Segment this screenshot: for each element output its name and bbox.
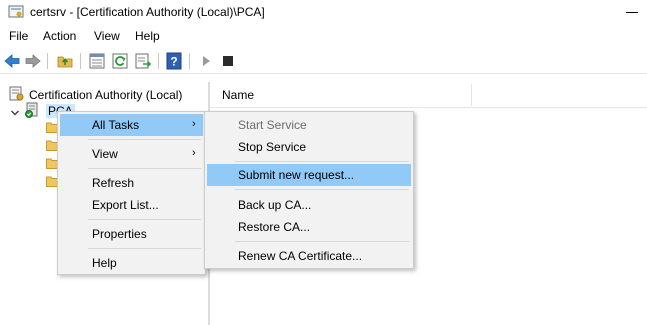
column-header-row: Name [210, 82, 647, 108]
ca-server-icon [25, 102, 38, 118]
menu-item-properties[interactable]: Properties [60, 223, 203, 245]
forward-arrow-icon[interactable] [24, 52, 42, 70]
menu-item-view[interactable]: View › [60, 143, 203, 165]
menu-item-label: Back up CA... [238, 198, 312, 212]
menu-item-stop-service[interactable]: Stop Service [207, 136, 411, 158]
menu-file[interactable]: File [9, 29, 28, 43]
menu-item-label: Properties [92, 227, 147, 241]
toolbar-separator [158, 53, 159, 69]
back-arrow-icon[interactable] [3, 52, 21, 70]
start-service-icon[interactable] [197, 52, 215, 70]
menu-item-label: Refresh [92, 176, 135, 190]
menu-separator [235, 241, 409, 242]
toolbar-separator [189, 53, 190, 69]
tree-root-label: Certification Authority (Local) [29, 88, 183, 102]
menu-item-start-service: Start Service [207, 114, 411, 136]
menu-separator [88, 168, 201, 169]
title-bar: certsrv - [Certification Authority (Loca… [0, 0, 647, 25]
export-icon[interactable] [134, 52, 152, 70]
menu-separator [88, 248, 201, 249]
toolbar: ? [0, 48, 647, 74]
menu-item-back-up-ca[interactable]: Back up CA... [207, 194, 411, 216]
chevron-right-icon: › [192, 147, 196, 159]
stop-service-icon[interactable] [219, 52, 237, 70]
minimize-button[interactable] [626, 12, 638, 13]
menu-action[interactable]: Action [43, 29, 76, 43]
menu-bar: File Action View Help [0, 27, 647, 47]
menu-item-submit-new-request[interactable]: Submit new request... [207, 164, 411, 186]
certsrv-app-icon [8, 5, 24, 18]
menu-help[interactable]: Help [135, 29, 160, 43]
menu-view[interactable]: View [94, 29, 120, 43]
all-tasks-submenu: Start Service Stop Service Submit new re… [204, 111, 414, 269]
menu-item-label: Renew CA Certificate... [238, 249, 363, 263]
menu-item-renew-ca-certificate[interactable]: Renew CA Certificate... [207, 245, 411, 267]
certificate-authority-icon [9, 86, 24, 101]
chevron-down-icon[interactable] [10, 108, 20, 118]
menu-item-all-tasks[interactable]: All Tasks › [60, 114, 203, 136]
toolbar-separator [47, 53, 48, 69]
help-icon[interactable]: ? [165, 52, 183, 70]
menu-item-label: View [92, 147, 118, 161]
up-folder-icon[interactable] [56, 52, 74, 70]
menu-item-label: Start Service [238, 118, 307, 132]
menu-separator [88, 139, 201, 140]
menu-item-restore-ca[interactable]: Restore CA... [207, 216, 411, 238]
menu-item-label: All Tasks [92, 118, 140, 132]
menu-item-refresh[interactable]: Refresh [60, 172, 203, 194]
menu-item-label: Help [92, 256, 117, 270]
menu-item-label: Stop Service [238, 140, 307, 154]
menu-separator [235, 161, 409, 162]
context-menu: All Tasks › View › Refresh Export List..… [57, 111, 206, 275]
column-divider[interactable] [471, 84, 472, 106]
menu-item-label: Submit new request... [238, 168, 355, 182]
column-header-name[interactable]: Name [222, 88, 254, 102]
window-title: certsrv - [Certification Authority (Loca… [30, 5, 265, 19]
menu-separator [88, 219, 201, 220]
menu-item-help[interactable]: Help [60, 252, 203, 274]
menu-item-label: Export List... [92, 198, 159, 212]
svg-text:?: ? [170, 55, 177, 69]
menu-item-label: Restore CA... [238, 220, 311, 234]
chevron-right-icon: › [192, 118, 196, 130]
refresh-icon[interactable] [111, 52, 129, 70]
menu-item-export-list[interactable]: Export List... [60, 194, 203, 216]
show-hide-tree-icon[interactable] [88, 52, 106, 70]
toolbar-separator [80, 53, 81, 69]
menu-separator [235, 189, 409, 190]
